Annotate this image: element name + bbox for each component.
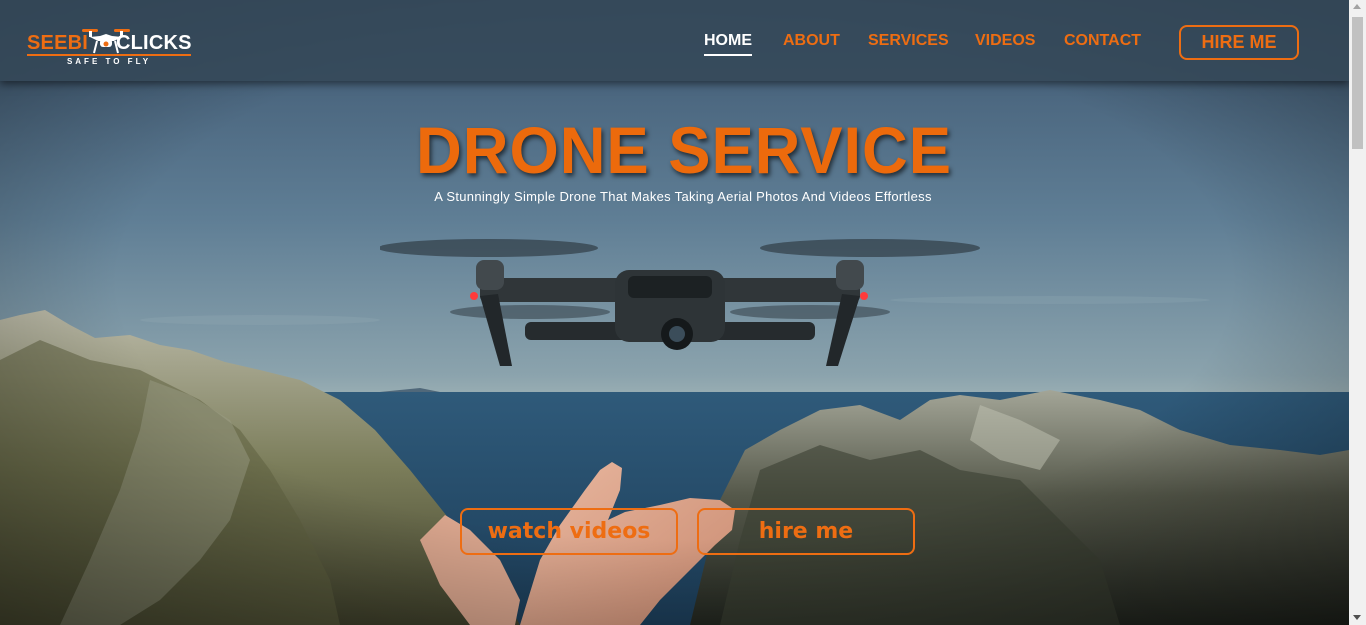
hire-me-button[interactable]: hire me <box>697 508 915 555</box>
nav-link-services[interactable]: SERVICES <box>868 32 949 50</box>
drone-image <box>380 239 980 366</box>
nav-link-about[interactable]: ABOUT <box>783 32 840 50</box>
watch-videos-button[interactable]: watch videos <box>460 508 678 555</box>
nav-link-contact[interactable]: CONTACT <box>1064 32 1141 50</box>
nav-link-videos[interactable]: VIDEOS <box>975 32 1035 50</box>
brand-logo[interactable]: SEEBI CLICKS SAFE TO FLY <box>26 22 196 68</box>
logo-underline <box>27 54 191 56</box>
scroll-down-arrow-icon[interactable] <box>1353 615 1361 620</box>
brand-tagline: SAFE TO FLY <box>66 57 152 66</box>
page-viewport: SEEBI CLICKS SAFE TO FLY HOME ABOUT SERV… <box>0 0 1349 625</box>
hero-subtitle: A Stunningly Simple Drone That Makes Tak… <box>434 189 932 204</box>
nav-link-home[interactable]: HOME <box>704 32 752 56</box>
hire-me-nav-button[interactable]: HIRE ME <box>1179 25 1299 60</box>
hero-title: DRONE SERVICE <box>416 113 952 187</box>
scroll-up-arrow-icon[interactable] <box>1353 4 1361 9</box>
page-scrollbar[interactable] <box>1349 0 1366 625</box>
brand-name-left: SEEBI <box>27 32 89 54</box>
brand-name-right: CLICKS <box>116 32 192 54</box>
top-navbar: SEEBI CLICKS SAFE TO FLY HOME ABOUT SERV… <box>0 0 1349 81</box>
scrollbar-thumb[interactable] <box>1352 17 1363 149</box>
